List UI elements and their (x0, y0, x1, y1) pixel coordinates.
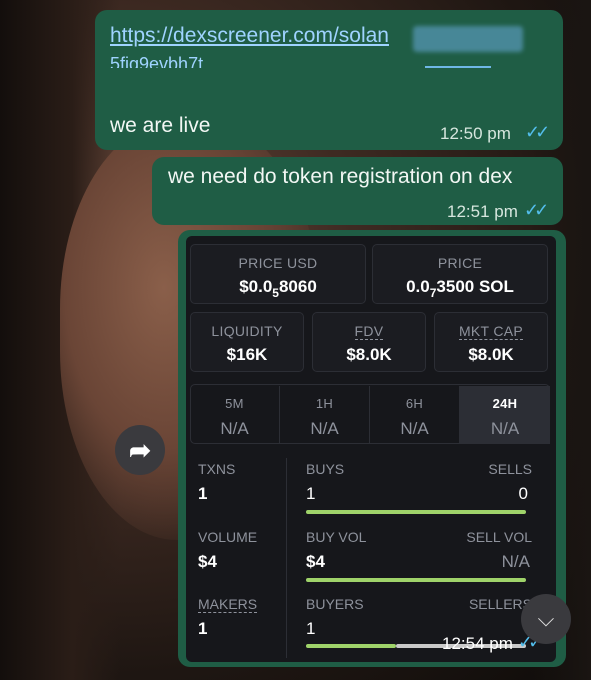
dexscreener-stats-card[interactable]: PRICE USD $0.058060 PRICE 0.073500 SOL L… (186, 236, 556, 662)
volume-value: $4 (198, 552, 217, 571)
price-usd-label: PRICE USD (238, 255, 318, 271)
sell-vol-label: SELL VOL (466, 529, 532, 545)
double-check-icon: ✓✓ (524, 200, 549, 220)
buys-label: BUYS (306, 461, 345, 477)
buys-sells-bar (306, 510, 526, 514)
message-time: 12:50 pm (440, 124, 511, 143)
mktcap-box: MKT CAP $8.0K (434, 312, 548, 372)
makers-label: MAKERS (198, 596, 258, 613)
message-bubble-link[interactable]: https://dexscreener.com/solan 5fig9evbh7… (95, 10, 563, 150)
fdv-box: FDV $8.0K (312, 312, 426, 372)
message-time: 12:54 pm (442, 634, 513, 653)
txns-label: TXNS (198, 461, 236, 477)
message-link-line2[interactable]: 5fig9evbh7t (110, 54, 285, 68)
sells-value: 0 (518, 484, 528, 503)
tab-1h[interactable]: 1H N/A (280, 386, 370, 444)
liquidity-value: $16K (226, 345, 268, 364)
message-time: 12:51 pm (447, 202, 518, 221)
price-usd-box: PRICE USD $0.058060 (190, 244, 366, 304)
volume-label: VOLUME (198, 529, 258, 545)
price-sol-box: PRICE 0.073500 SOL (372, 244, 548, 304)
tab-6h[interactable]: 6H N/A (370, 386, 460, 444)
buy-vol-label: BUY VOL (306, 529, 367, 545)
buy-vol-value: $4 (306, 552, 325, 571)
message-bubble-text[interactable]: we need do token registration on dex 12:… (152, 157, 563, 225)
link-underline-fragment (425, 66, 491, 68)
stats-divider (286, 458, 287, 658)
message-bubble-image[interactable]: PRICE USD $0.058060 PRICE 0.073500 SOL L… (178, 230, 566, 667)
double-chevron-down-icon[interactable]: ⌵ (521, 594, 571, 644)
buys-value: 1 (306, 484, 316, 503)
buyers-value: 1 (306, 619, 316, 638)
price-usd-value: $0.058060 (239, 277, 317, 300)
tab-24h[interactable]: 24H N/A (460, 386, 550, 444)
price-value: 0.073500 SOL (406, 277, 514, 300)
sells-label: SELLS (488, 461, 532, 477)
redacted-link-part (413, 26, 523, 52)
makers-bar (306, 644, 396, 648)
message-text: we need do token registration on dex (168, 165, 513, 188)
mktcap-label: MKT CAP (458, 323, 524, 340)
liquidity-label: LIQUIDITY (211, 323, 283, 339)
fdv-value: $8.0K (346, 345, 392, 364)
mktcap-value: $8.0K (468, 345, 514, 364)
message-text: we are live (110, 114, 211, 137)
fdv-label: FDV (354, 323, 384, 340)
volume-bar (306, 578, 526, 582)
buyers-label: BUYERS (306, 596, 364, 612)
double-check-icon: ✓✓ (525, 122, 550, 142)
txns-value: 1 (198, 484, 208, 503)
makers-value: 1 (198, 619, 208, 638)
forward-arrow-icon[interactable]: ➦ (115, 425, 165, 475)
liquidity-box: LIQUIDITY $16K (190, 312, 304, 372)
sell-vol-value: N/A (501, 552, 530, 571)
price-label: PRICE (437, 255, 483, 271)
tab-5m[interactable]: 5M N/A (190, 386, 280, 444)
